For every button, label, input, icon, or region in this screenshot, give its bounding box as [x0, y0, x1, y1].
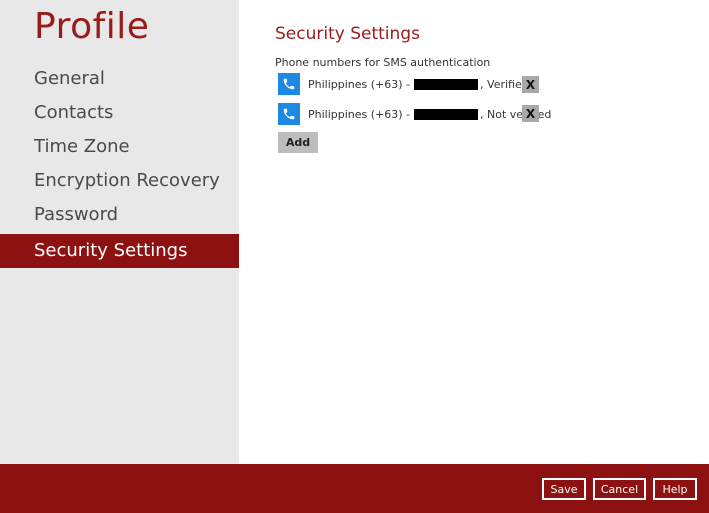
sidebar-item-password[interactable]: Password [0, 198, 239, 232]
help-button[interactable]: Help [653, 478, 697, 500]
add-phone-button[interactable]: Add [278, 132, 318, 153]
footer-bar: Save Cancel Help [0, 464, 709, 513]
page-title: Security Settings [275, 24, 420, 44]
sidebar-item-contacts[interactable]: Contacts [0, 96, 239, 130]
redacted-number [414, 108, 479, 120]
phone-country: Philippines (+63) - [308, 77, 411, 91]
phone-icon [278, 73, 300, 95]
remove-phone-button[interactable]: X [522, 76, 539, 93]
section-subtitle: Phone numbers for SMS authentication [275, 56, 491, 69]
phone-row: Philippines (+63) - , Not verified [278, 102, 551, 126]
redacted-number [414, 78, 479, 90]
sidebar-item-security-settings[interactable]: Security Settings [0, 234, 239, 268]
cancel-button[interactable]: Cancel [593, 478, 646, 500]
save-button[interactable]: Save [542, 478, 586, 500]
sidebar-item-encryption-recovery[interactable]: Encryption Recovery [0, 164, 239, 198]
phone-number-text: Philippines (+63) - , Not verified [308, 108, 551, 121]
sidebar: Profile General Contacts Time Zone Encry… [0, 0, 239, 464]
main-content: Security Settings Phone numbers for SMS … [275, 0, 709, 464]
sidebar-item-time-zone[interactable]: Time Zone [0, 130, 239, 164]
phone-status: , Not verified [480, 107, 552, 121]
remove-phone-button[interactable]: X [522, 105, 539, 122]
profile-title: Profile [34, 6, 150, 47]
phone-number-text: Philippines (+63) - , Verified [308, 78, 529, 91]
phone-icon [278, 103, 300, 125]
sidebar-nav: General Contacts Time Zone Encryption Re… [0, 62, 239, 268]
sidebar-item-general[interactable]: General [0, 62, 239, 96]
phone-row: Philippines (+63) - , Verified [278, 72, 529, 96]
phone-country: Philippines (+63) - [308, 107, 411, 121]
